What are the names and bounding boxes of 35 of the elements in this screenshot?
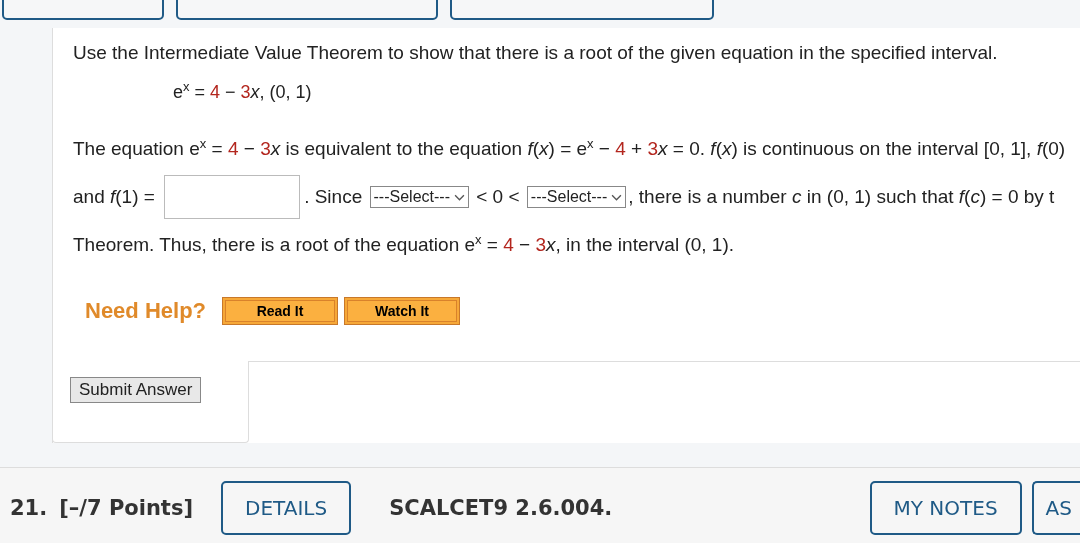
chevron-down-icon [453, 193, 465, 201]
notes-button[interactable]: AS [1031, 481, 1080, 535]
need-help-label: Need Help? [85, 298, 207, 324]
question-text: . Since [304, 186, 364, 208]
question-text: x = 0. f(x) is continuous on the interval [0, 1], f(0) [658, 138, 1066, 160]
submit-button[interactable]: Submit Answer [70, 377, 202, 403]
question-text: + [630, 138, 644, 160]
notes-button[interactable]: MY NOTES [869, 481, 1022, 535]
equation-text: e$^{x}$ = 4 − 3x, (0, 1) [173, 82, 313, 103]
question-text: Theorem. Thus, there is a root of the equation e$^{x}$ = [73, 234, 499, 256]
points-label: [–/7 Points] [59, 496, 193, 520]
question-text: < 0 < [475, 186, 521, 208]
problem-code: SCALCET9 2.6.004. [389, 496, 613, 520]
question-text: x, in the interval (0, 1). [546, 234, 734, 256]
select-dropdown[interactable]: ---Select--- [526, 186, 627, 208]
question-text: 3 [535, 234, 547, 256]
question-text: , there is a number c in (0, 1) such that f(c) = 0 by t [628, 186, 1055, 208]
question-text: 4 [503, 234, 514, 256]
help-button[interactable]: Watch It [344, 297, 461, 325]
question-text: − [518, 234, 532, 256]
question-number: 21. [10, 496, 48, 520]
select-dropdown[interactable]: ---Select--- [369, 186, 469, 208]
question-text: 4 [615, 138, 626, 160]
help-button[interactable]: Read It [222, 297, 339, 325]
answer-field[interactable] [164, 175, 301, 219]
chevron-down-icon [611, 193, 623, 201]
question-text: 4 [227, 138, 239, 160]
question-text: − [242, 138, 256, 160]
question-text: Use the Intermediate Value Theorem to show that there is a root of the given equation in the specified interval. [73, 42, 999, 64]
question-text: x is equivalent to the equation f(x) = e$^{x}$ − [270, 138, 611, 160]
details-button[interactable]: DETAILS [221, 481, 352, 535]
question-text: 3 [260, 138, 271, 160]
question-text: The equation e$^{x}$ = [73, 138, 224, 160]
question-text: 3 [647, 138, 659, 160]
question-text: and f(1) = [73, 186, 156, 208]
